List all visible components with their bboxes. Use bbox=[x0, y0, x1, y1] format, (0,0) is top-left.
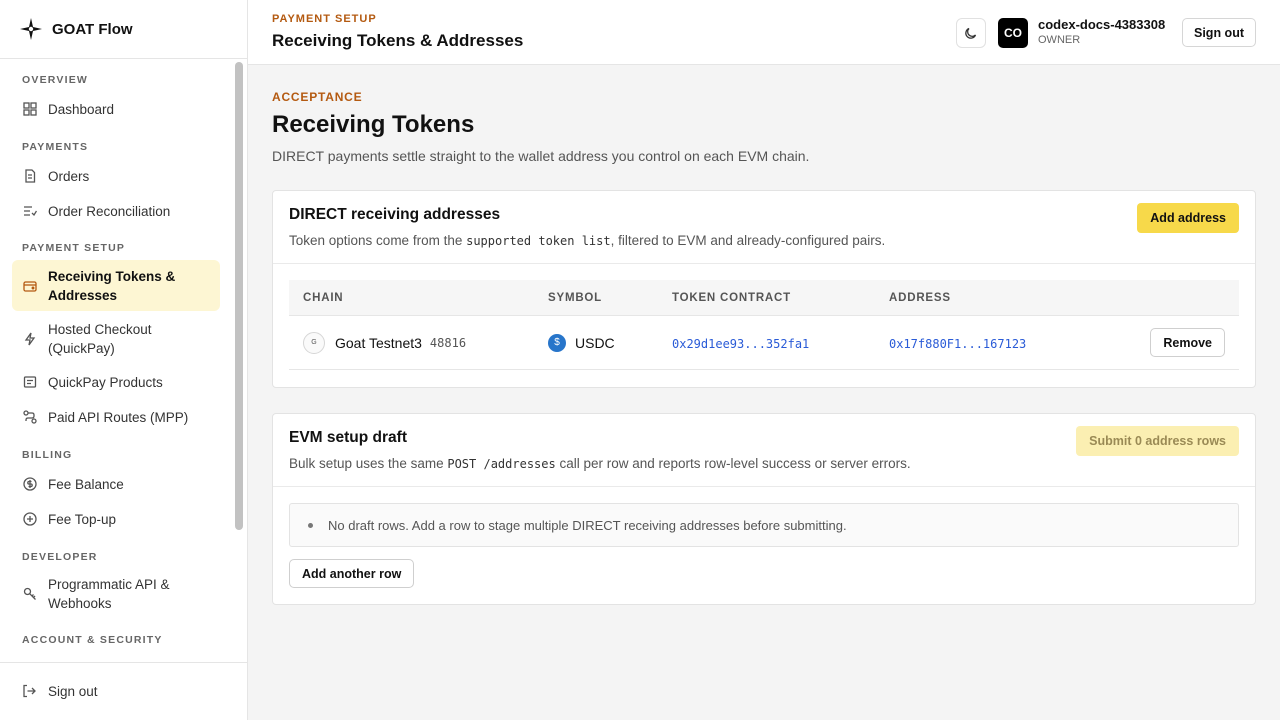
chain-id: 48816 bbox=[429, 335, 467, 350]
sidebar-item-label: Paid API Routes (MPP) bbox=[48, 409, 189, 425]
lightning-icon bbox=[22, 331, 38, 347]
column-header-symbol: SYMBOL bbox=[548, 291, 602, 304]
page-subtitle: DIRECT payments settle straight to the w… bbox=[272, 148, 810, 164]
coin-icon bbox=[22, 476, 38, 492]
sidebar-item-receiving-tokens[interactable]: Receiving Tokens & Addresses bbox=[12, 260, 220, 311]
receipt-icon bbox=[22, 374, 38, 390]
brand[interactable]: GOAT Flow bbox=[0, 0, 247, 59]
sidebar-item-hosted-checkout[interactable]: Hosted Checkout (QuickPay) bbox=[12, 314, 220, 364]
token-contract-link[interactable]: 0x29d1ee93...352fa1 bbox=[672, 337, 809, 351]
desc-text: , filtered to EVM and already-configured… bbox=[610, 233, 886, 248]
cell-symbol: $ USDC bbox=[548, 333, 672, 352]
sidebar-signout-label: Sign out bbox=[48, 684, 98, 699]
section-title-overview: OVERVIEW bbox=[22, 74, 89, 86]
top-header: PAYMENT SETUP Receiving Tokens & Address… bbox=[248, 0, 1280, 65]
desc-text: Token options come from the bbox=[289, 233, 467, 248]
wallet-icon bbox=[22, 278, 38, 294]
sidebar-item-order-reconciliation[interactable]: Order Reconciliation bbox=[12, 194, 220, 228]
section-title-developer: DEVELOPER bbox=[22, 551, 98, 563]
sidebar-item-paid-api-routes[interactable]: Paid API Routes (MPP) bbox=[12, 400, 220, 434]
user-name: codex-docs-4383308 bbox=[1038, 17, 1166, 32]
header-signout-button[interactable]: Sign out bbox=[1182, 18, 1256, 47]
sidebar-scrollbar[interactable] bbox=[235, 62, 243, 530]
address-link[interactable]: 0x17f880F1...167123 bbox=[889, 337, 1026, 351]
card-header: DIRECT receiving addresses Token options… bbox=[273, 191, 1255, 264]
user-role: OWNER bbox=[1038, 34, 1081, 46]
card-description: Bulk setup uses the same POST /addresses… bbox=[289, 456, 911, 471]
card-description: Token options come from the supported to… bbox=[289, 233, 885, 248]
section-title-account-security: ACCOUNT & SECURITY bbox=[22, 634, 163, 646]
list-check-icon bbox=[22, 203, 38, 219]
sidebar-item-programmatic-api[interactable]: Programmatic API & Webhooks bbox=[12, 569, 220, 619]
sidebar-item-label: Programmatic API & Webhooks bbox=[48, 577, 170, 611]
cell-chain: G Goat Testnet3 48816 bbox=[289, 331, 548, 354]
section-title-payment-setup: PAYMENT SETUP bbox=[22, 242, 126, 254]
submit-address-rows-button[interactable]: Submit 0 address rows bbox=[1076, 426, 1239, 456]
sidebar-item-dashboard[interactable]: Dashboard bbox=[12, 92, 220, 126]
cell-action: Remove bbox=[1109, 328, 1239, 357]
desc-text: call per row and reports row-level succe… bbox=[555, 456, 911, 471]
column-header-address: ADDRESS bbox=[889, 291, 951, 304]
goat-logo-icon bbox=[18, 16, 44, 42]
brand-name: GOAT Flow bbox=[52, 20, 133, 38]
cell-address: 0x17f880F1...167123 bbox=[889, 335, 1109, 351]
card-header: EVM setup draft Bulk setup uses the same… bbox=[273, 414, 1255, 487]
remove-button[interactable]: Remove bbox=[1150, 328, 1225, 357]
column-header-chain: CHAIN bbox=[303, 291, 344, 304]
card-title: EVM setup draft bbox=[289, 429, 407, 446]
moon-icon bbox=[964, 26, 978, 40]
sidebar-item-label: Receiving Tokens & Addresses bbox=[48, 268, 176, 303]
direct-addresses-card: DIRECT receiving addresses Token options… bbox=[272, 190, 1256, 388]
sidebar: GOAT Flow OVERVIEW Dashboard PAYMENTS Or… bbox=[0, 0, 248, 720]
sidebar-item-label: QuickPay Products bbox=[48, 374, 163, 390]
theme-toggle-button[interactable] bbox=[956, 18, 986, 48]
bullet-icon bbox=[308, 522, 313, 528]
evm-setup-draft-card: EVM setup draft Bulk setup uses the same… bbox=[272, 413, 1256, 605]
desc-code: POST /addresses bbox=[447, 457, 556, 471]
table-header: CHAIN SYMBOL TOKEN CONTRACT ADDRESS bbox=[289, 280, 1239, 316]
empty-draft-message: No draft rows. Add a row to stage multip… bbox=[289, 503, 1239, 547]
section-title-payments: PAYMENTS bbox=[22, 141, 89, 153]
sidebar-item-label: Fee Top-up bbox=[48, 511, 117, 527]
desc-code: supported token list bbox=[466, 234, 611, 248]
key-icon bbox=[22, 586, 38, 602]
avatar[interactable]: CO bbox=[998, 18, 1028, 48]
chain-name: Goat Testnet3 bbox=[335, 334, 422, 351]
document-icon bbox=[22, 168, 38, 184]
add-address-button[interactable]: Add address bbox=[1137, 203, 1239, 233]
section-title-billing: BILLING bbox=[22, 449, 73, 461]
sidebar-item-label: Order Reconciliation bbox=[48, 203, 171, 219]
sidebar-item-quickpay-products[interactable]: QuickPay Products bbox=[12, 365, 220, 399]
route-icon bbox=[22, 409, 38, 425]
sidebar-item-label: Orders bbox=[48, 168, 90, 184]
sidebar-item-label: Hosted Checkout (QuickPay) bbox=[48, 322, 152, 356]
sidebar-item-label: Dashboard bbox=[48, 101, 115, 117]
header-eyebrow: PAYMENT SETUP bbox=[272, 13, 377, 25]
token-symbol: USDC bbox=[575, 334, 615, 351]
sidebar-item-orders[interactable]: Orders bbox=[12, 159, 220, 193]
goat-chain-icon: G bbox=[303, 331, 325, 354]
main-content: ACCEPTANCE Receiving Tokens DIRECT payme… bbox=[248, 66, 1280, 720]
empty-message-text: No draft rows. Add a row to stage multip… bbox=[328, 517, 847, 533]
sidebar-signout[interactable]: Sign out bbox=[0, 662, 247, 720]
usdc-icon: $ bbox=[548, 333, 566, 352]
add-another-row-button[interactable]: Add another row bbox=[289, 559, 415, 588]
grid-icon bbox=[22, 101, 38, 117]
cell-token-contract: 0x29d1ee93...352fa1 bbox=[672, 335, 889, 351]
column-header-token-contract: TOKEN CONTRACT bbox=[672, 291, 791, 304]
desc-text: Bulk setup uses the same bbox=[289, 456, 448, 471]
addresses-table: CHAIN SYMBOL TOKEN CONTRACT ADDRESS G Go… bbox=[289, 280, 1239, 370]
page-eyebrow: ACCEPTANCE bbox=[272, 90, 363, 104]
header-title: Receiving Tokens & Addresses bbox=[272, 31, 524, 50]
sidebar-nav: OVERVIEW Dashboard PAYMENTS Orders Order… bbox=[0, 60, 232, 662]
table-row: G Goat Testnet3 48816 $ USDC 0x29d1ee93.… bbox=[289, 316, 1239, 370]
plus-circle-icon bbox=[22, 511, 38, 527]
sidebar-item-fee-topup[interactable]: Fee Top-up bbox=[12, 502, 220, 536]
page-title: Receiving Tokens bbox=[272, 111, 475, 138]
sidebar-item-label: Fee Balance bbox=[48, 476, 124, 492]
logout-icon bbox=[22, 684, 38, 700]
card-title: DIRECT receiving addresses bbox=[289, 206, 501, 223]
sidebar-item-fee-balance[interactable]: Fee Balance bbox=[12, 467, 220, 501]
